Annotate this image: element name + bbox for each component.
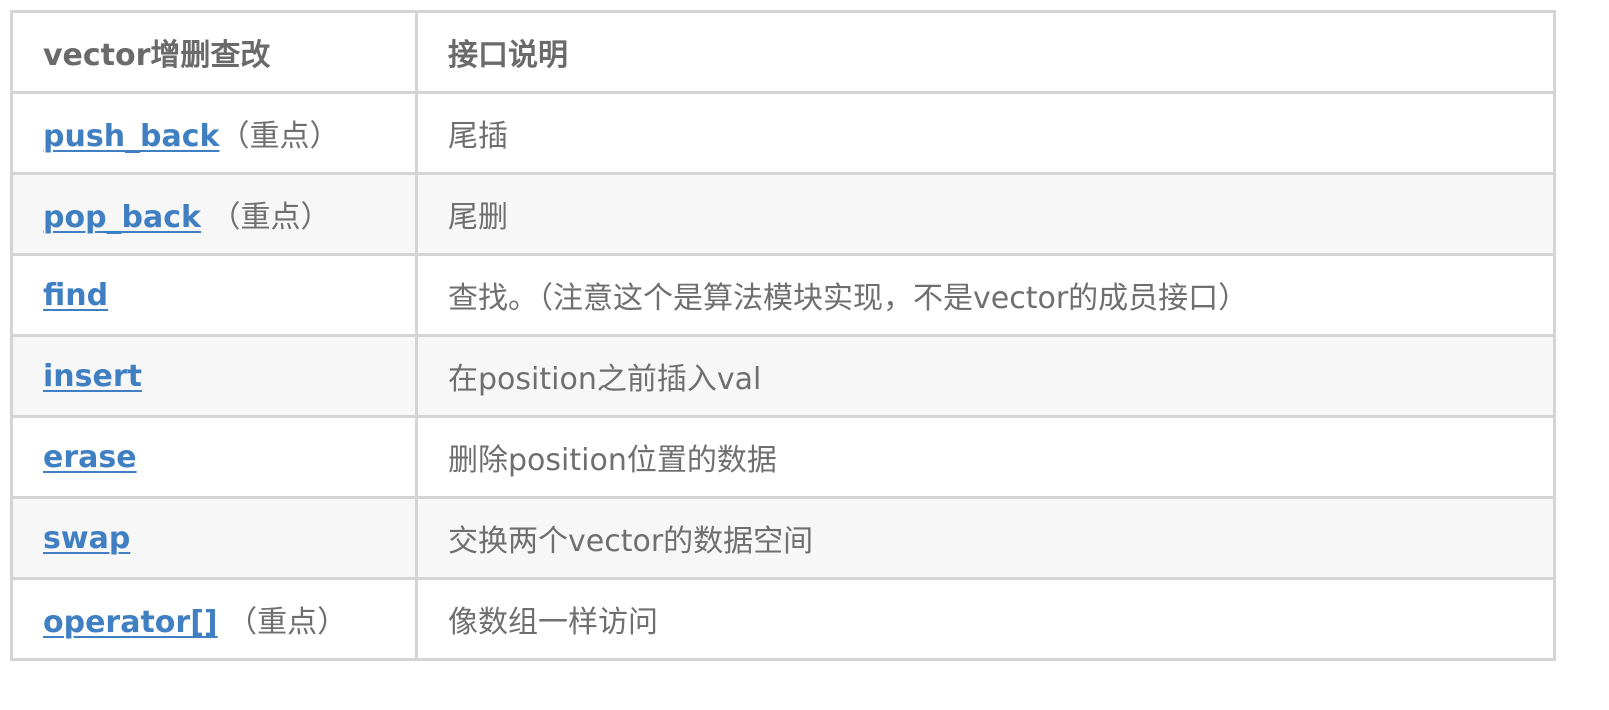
function-link-find[interactable]: find xyxy=(43,278,108,313)
header-description: 接口说明 xyxy=(415,10,1556,94)
description-cell: 像数组一样访问 xyxy=(415,577,1556,661)
function-link-swap[interactable]: swap xyxy=(43,521,130,556)
table-header-row: vector增删查改 接口说明 xyxy=(10,10,1556,94)
function-link-erase[interactable]: erase xyxy=(43,440,137,475)
table-row: swap 交换两个vector的数据空间 xyxy=(10,496,1556,580)
table-row: erase 删除position位置的数据 xyxy=(10,415,1556,499)
description-cell: 删除position位置的数据 xyxy=(415,415,1556,499)
table-row: pop_back （重点） 尾删 xyxy=(10,172,1556,256)
table-row: insert 在position之前插入val xyxy=(10,334,1556,418)
description-cell: 交换两个vector的数据空间 xyxy=(415,496,1556,580)
vector-api-table: vector增删查改 接口说明 push_back（重点） 尾插 pop_bac… xyxy=(10,10,1556,661)
header-operation: vector增删查改 xyxy=(10,10,418,94)
function-link-insert[interactable]: insert xyxy=(43,359,142,394)
table-row: find 查找。（注意这个是算法模块实现，不是vector的成员接口） xyxy=(10,253,1556,337)
table-row: operator[] （重点） 像数组一样访问 xyxy=(10,577,1556,661)
table-row: push_back（重点） 尾插 xyxy=(10,91,1556,175)
function-cell: insert xyxy=(10,334,418,418)
description-cell: 尾插 xyxy=(415,91,1556,175)
function-cell: find xyxy=(10,253,418,337)
emphasis-note: （重点） xyxy=(217,605,348,640)
description-cell: 查找。（注意这个是算法模块实现，不是vector的成员接口） xyxy=(415,253,1556,337)
function-link-operator-brackets[interactable]: operator[] xyxy=(43,605,218,640)
function-cell: push_back（重点） xyxy=(10,91,418,175)
function-cell: swap xyxy=(10,496,418,580)
function-link-push-back[interactable]: push_back xyxy=(43,119,220,154)
function-link-pop-back[interactable]: pop_back xyxy=(43,200,201,235)
function-cell: pop_back （重点） xyxy=(10,172,418,256)
description-cell: 在position之前插入val xyxy=(415,334,1556,418)
function-cell: operator[] （重点） xyxy=(10,577,418,661)
emphasis-note: （重点） xyxy=(219,119,340,154)
emphasis-note: （重点） xyxy=(201,200,331,235)
function-cell: erase xyxy=(10,415,418,499)
description-cell: 尾删 xyxy=(415,172,1556,256)
